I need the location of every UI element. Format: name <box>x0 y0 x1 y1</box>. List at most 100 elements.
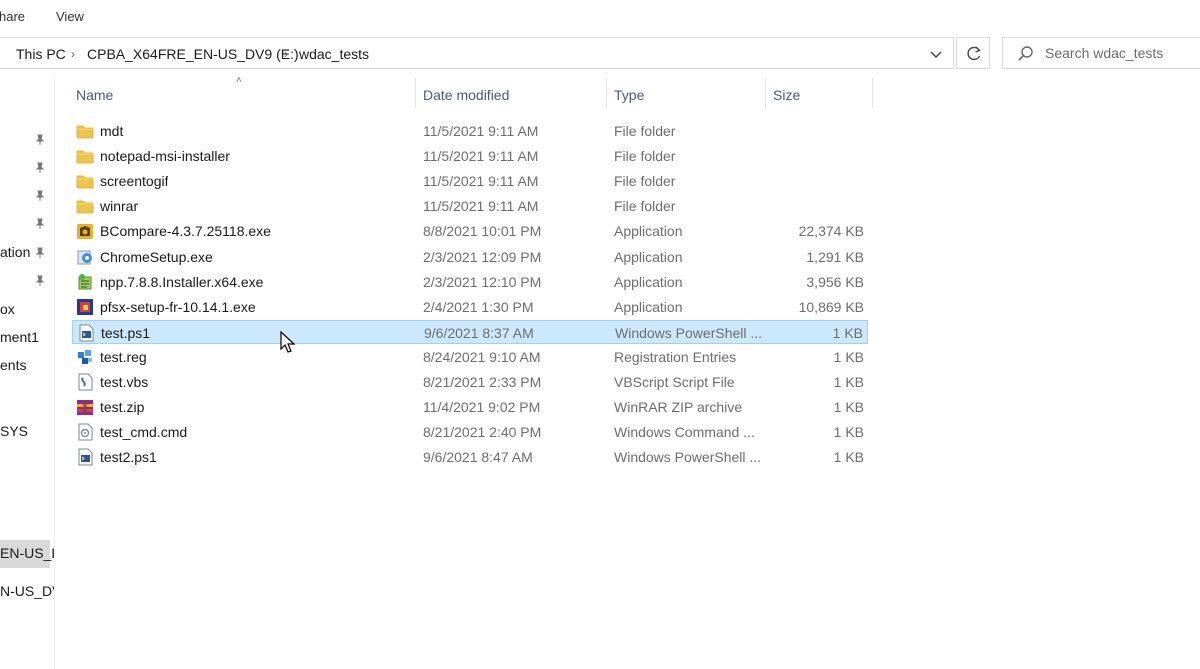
nav-item-label[interactable]: ents <box>0 357 26 373</box>
ribbon-tab-view[interactable]: View <box>56 9 84 24</box>
file-name: winrar <box>100 198 139 214</box>
vbscript-file-icon <box>78 373 93 391</box>
file-date-modified: 9/6/2021 8:37 AM <box>424 325 534 341</box>
file-type: Windows PowerShell ... <box>614 449 762 465</box>
file-row[interactable]: ChromeSetup.exe 2/3/2021 12:09 PM Applicat… <box>72 245 868 269</box>
navigation-pane: ation ox ment1 ents SYS EN-US_D N-US_DV <box>0 74 55 669</box>
file-name: test_cmd.cmd <box>100 424 188 440</box>
file-type: File folder <box>614 123 676 139</box>
file-date-modified: 8/21/2021 2:40 PM <box>423 424 542 440</box>
folder-icon <box>76 150 94 164</box>
file-row[interactable]: winrar 11/5/2021 9:11 AM File folder <box>72 194 868 218</box>
file-row[interactable]: test.vbs 8/21/2021 2:33 PM VBScript Script… <box>72 370 868 394</box>
breadcrumb-drive[interactable]: CPBA_X64FRE_EN-US_DV9 (E:) <box>87 46 299 62</box>
file-name: test.reg <box>100 349 147 365</box>
file-row[interactable]: test_cmd.cmd 8/21/2021 2:40 PM Windows Com… <box>72 420 868 444</box>
search-input[interactable] <box>1045 44 1200 62</box>
file-date-modified: 2/3/2021 12:10 PM <box>423 274 542 290</box>
pin-icon[interactable] <box>34 190 46 202</box>
refresh-button[interactable] <box>956 37 990 69</box>
file-name: npp.7.8.8.Installer.x64.exe <box>100 274 264 290</box>
nav-item-label[interactable]: SYS <box>0 423 28 439</box>
nav-item-label[interactable]: ox <box>0 301 15 317</box>
file-name: notepad-msi-installer <box>100 148 230 164</box>
file-size: 3,956 KB <box>806 274 864 290</box>
registry-file-icon <box>78 350 92 364</box>
file-name: mdt <box>100 123 124 139</box>
file-date-modified: 11/4/2021 9:02 PM <box>423 399 541 415</box>
nav-item-label[interactable]: EN-US_D <box>0 545 54 561</box>
file-date-modified: 8/21/2021 2:33 PM <box>423 374 542 390</box>
file-name: screentogif <box>100 173 169 189</box>
file-size: 1 KB <box>833 374 864 390</box>
nav-item-label[interactable]: ment1 <box>0 329 39 345</box>
pin-icon[interactable] <box>34 134 46 146</box>
file-row[interactable]: test2.ps1 9/6/2021 8:47 AM Windows PowerSh… <box>72 445 868 469</box>
breadcrumb-this-pc[interactable]: This PC <box>16 46 66 62</box>
file-type: Registration Entries <box>614 349 737 365</box>
file-date-modified: 11/5/2021 9:11 AM <box>423 173 539 189</box>
file-type: Application <box>614 223 683 239</box>
file-row[interactable]: pfsx-setup-fr-10.14.1.exe 2/4/2021 1:30 P… <box>72 295 868 319</box>
column-header-type[interactable]: Type <box>607 74 765 110</box>
file-name: pfsx-setup-fr-10.14.1.exe <box>100 299 256 315</box>
nav-item-label[interactable]: ation <box>0 244 30 260</box>
folder-icon <box>76 125 94 139</box>
powershell-file-icon <box>79 324 94 342</box>
bcompare-icon <box>77 224 93 239</box>
file-row[interactable]: screentogif 11/5/2021 9:11 AM File folder <box>72 169 868 193</box>
cmd-file-icon <box>78 423 93 441</box>
file-date-modified: 2/4/2021 1:30 PM <box>423 299 534 315</box>
ribbon: hare View <box>0 0 1200 34</box>
chevron-right-icon[interactable]: › <box>284 47 288 61</box>
file-type: Application <box>614 299 683 315</box>
file-type: Windows Command ... <box>614 424 755 440</box>
nav-item-label[interactable]: N-US_DV <box>0 583 54 599</box>
column-header-date[interactable]: Date modified <box>416 74 606 110</box>
file-row[interactable]: BCompare-4.3.7.25118.exe 8/8/2021 10:01 P… <box>72 219 868 243</box>
file-date-modified: 8/24/2021 9:10 AM <box>423 349 541 365</box>
pin-icon[interactable] <box>34 218 46 230</box>
folder-icon <box>76 175 94 189</box>
folder-icon <box>76 200 94 214</box>
file-row[interactable]: test.reg 8/24/2021 9:10 AM Registration En… <box>72 345 868 369</box>
winrar-archive-icon <box>77 400 93 415</box>
search-box[interactable] <box>1002 37 1200 69</box>
file-name: BCompare-4.3.7.25118.exe <box>100 223 271 239</box>
file-name: test.ps1 <box>101 325 151 341</box>
file-row[interactable]: test.zip 11/4/2021 9:02 PM WinRAR ZIP arch… <box>72 395 868 419</box>
chevron-down-icon[interactable] <box>924 44 948 64</box>
pin-icon[interactable] <box>34 162 46 174</box>
file-name: test.zip <box>100 399 145 415</box>
file-date-modified: 9/6/2021 8:47 AM <box>423 449 533 465</box>
file-size: 1 KB <box>833 449 864 465</box>
file-size: 1 KB <box>833 349 864 365</box>
file-type: File folder <box>614 198 676 214</box>
column-header-size[interactable]: Size <box>766 74 872 110</box>
file-row[interactable]: notepad-msi-installer 11/5/2021 9:11 AM Fi… <box>72 144 868 168</box>
pin-icon[interactable] <box>34 247 46 259</box>
file-row[interactable]: npp.7.8.8.Installer.x64.exe 2/3/2021 12:1… <box>72 270 868 294</box>
file-type: Application <box>614 249 683 265</box>
file-name: test2.ps1 <box>100 449 157 465</box>
file-row-selected[interactable]: test.ps1 9/6/2021 8:37 AM Windows PowerShe… <box>72 320 868 344</box>
file-size: 10,869 KB <box>798 299 864 315</box>
mouse-cursor-icon <box>280 331 296 353</box>
file-row[interactable]: mdt 11/5/2021 9:11 AM File folder <box>72 119 868 143</box>
breadcrumb-folder[interactable]: wdac_tests <box>299 46 369 62</box>
address-bar[interactable]: This PC › CPBA_X64FRE_EN-US_DV9 (E:) › w… <box>0 37 954 69</box>
file-size: 1 KB <box>833 399 864 415</box>
file-name: test.vbs <box>100 374 149 390</box>
notepadpp-icon <box>78 274 92 290</box>
pin-icon[interactable] <box>34 275 46 287</box>
chevron-right-icon[interactable]: › <box>71 47 75 61</box>
file-size: 1 KB <box>833 424 864 440</box>
file-type: File folder <box>614 173 676 189</box>
file-name: ChromeSetup.exe <box>100 249 213 265</box>
file-date-modified: 11/5/2021 9:11 AM <box>423 198 539 214</box>
column-header-name[interactable]: Name <box>72 74 415 110</box>
file-type: WinRAR ZIP archive <box>614 399 743 415</box>
file-date-modified: 11/5/2021 9:11 AM <box>423 148 539 164</box>
ribbon-tab-share[interactable]: hare <box>0 9 25 24</box>
column-divider[interactable] <box>872 78 873 108</box>
